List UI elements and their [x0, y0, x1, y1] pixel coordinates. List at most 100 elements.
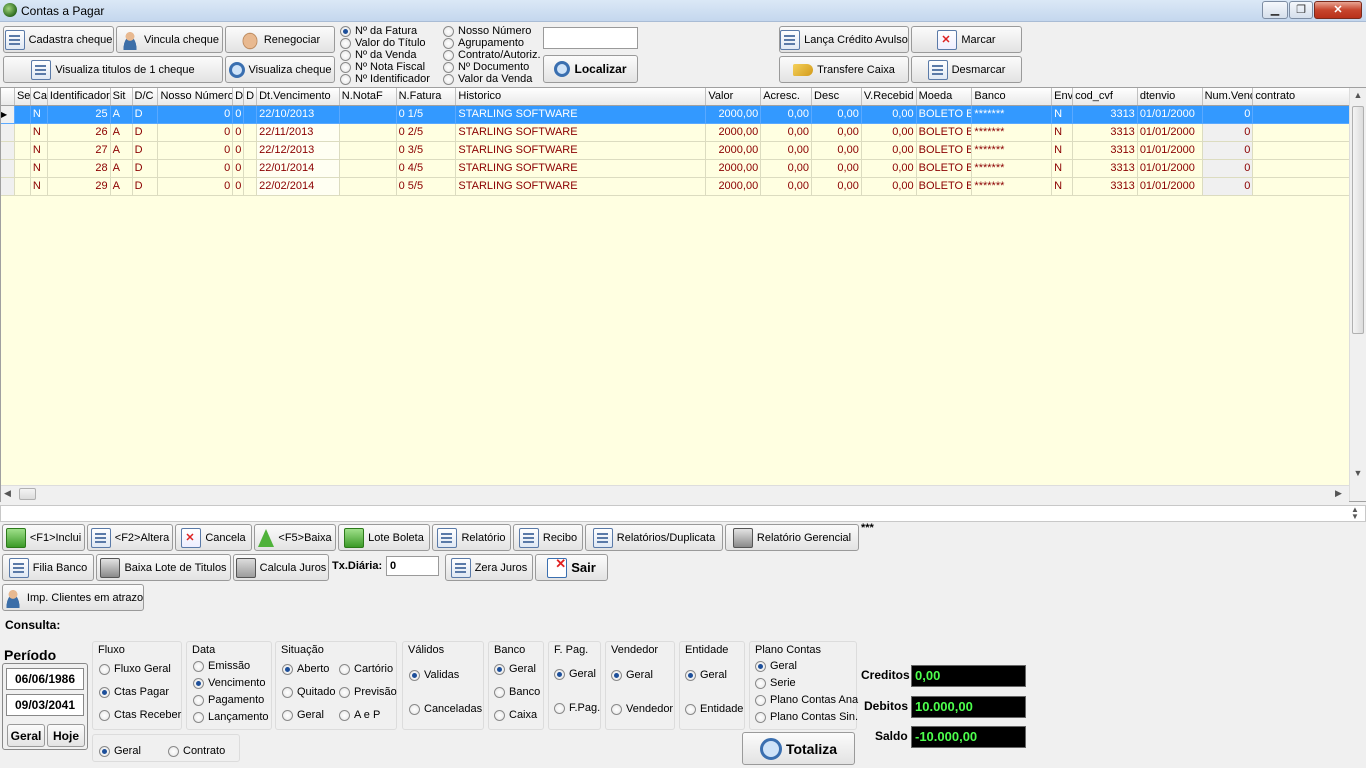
- grid-cell[interactable]: BOLETO B: [916, 124, 973, 142]
- grid-cell[interactable]: 3313: [1073, 142, 1138, 160]
- grid-cell[interactable]: [14, 142, 31, 160]
- vincula-cheque-button[interactable]: Vincula cheque: [116, 26, 223, 53]
- grid-cell[interactable]: A: [110, 124, 133, 142]
- grid-cell[interactable]: 0: [158, 142, 234, 160]
- marcar-button[interactable]: Marcar: [911, 26, 1022, 53]
- situacao-aberto-radio[interactable]: Aberto: [282, 663, 329, 675]
- plano-geral-radio[interactable]: Geral: [755, 660, 797, 672]
- grid-cell[interactable]: 0,00: [861, 106, 917, 124]
- scroll-left-icon[interactable]: ◀: [4, 488, 11, 499]
- grid-cell[interactable]: [14, 124, 31, 142]
- col-desc[interactable]: Desc: [812, 88, 862, 105]
- row-indicator[interactable]: [1, 124, 15, 142]
- grid-cell[interactable]: *******: [972, 160, 1053, 178]
- grid-cell[interactable]: 22/10/2013: [257, 106, 340, 124]
- grid-cell[interactable]: *******: [972, 124, 1053, 142]
- cancela-button[interactable]: Cancela: [175, 524, 252, 551]
- grid-cell[interactable]: [244, 142, 258, 160]
- grid-cell[interactable]: 0: [233, 106, 245, 124]
- search-option-documento[interactable]: Nº Documento: [443, 61, 543, 73]
- restore-button[interactable]: ❐: [1289, 1, 1313, 19]
- fluxo-receber-radio[interactable]: Ctas Receber: [99, 709, 181, 721]
- col-valor[interactable]: Valor: [706, 88, 762, 105]
- grid-cell[interactable]: *******: [972, 142, 1053, 160]
- grid-cell[interactable]: [244, 160, 258, 178]
- grid-cell[interactable]: 2000,00: [706, 160, 762, 178]
- search-option-fatura[interactable]: Nº da Fatura: [340, 25, 440, 37]
- situacao-geral-radio[interactable]: Geral: [282, 709, 324, 721]
- banco-banco-radio[interactable]: Banco: [494, 686, 540, 698]
- grid-cell[interactable]: 0: [1202, 160, 1254, 178]
- search-option-contrato[interactable]: Contrato/Autoriz.: [443, 49, 543, 61]
- grid-cell[interactable]: 3313: [1073, 160, 1138, 178]
- zera-juros-button[interactable]: Zera Juros: [445, 554, 533, 581]
- recibo-button[interactable]: Recibo: [513, 524, 583, 551]
- lote-boleta-button[interactable]: Lote Boleta: [338, 524, 430, 551]
- search-option-valor-venda[interactable]: Valor da Venda: [443, 73, 543, 85]
- filia-banco-button[interactable]: Filia Banco: [2, 554, 94, 581]
- grid-cell[interactable]: 0,00: [812, 160, 862, 178]
- fluxo-pagar-radio[interactable]: Ctas Pagar: [99, 686, 169, 698]
- relatorio-gerencial-button[interactable]: Relatório Gerencial: [725, 524, 859, 551]
- grid-cell[interactable]: [1253, 142, 1350, 160]
- search-option-venda[interactable]: Nº da Venda: [340, 49, 440, 61]
- grid-cell[interactable]: D: [132, 178, 159, 196]
- grid-cell[interactable]: N: [1052, 160, 1074, 178]
- col-dtenvio[interactable]: dtenvio: [1138, 88, 1203, 105]
- grid-cell[interactable]: 3313: [1073, 178, 1138, 196]
- col-acresc[interactable]: Acresc.: [761, 88, 813, 105]
- grid-cell[interactable]: [339, 142, 397, 160]
- alterar-button[interactable]: <F2>Altera: [87, 524, 173, 551]
- grid-cell[interactable]: 01/01/2000: [1137, 178, 1203, 196]
- col-vencimento[interactable]: Dt.Vencimento: [257, 88, 340, 105]
- banco-geral-radio[interactable]: Geral: [494, 663, 536, 675]
- scroll-right-icon[interactable]: ▶: [1335, 488, 1342, 499]
- grid-cell[interactable]: 0,00: [761, 160, 813, 178]
- validos-validas-radio[interactable]: Validas: [409, 669, 459, 681]
- grid-cell[interactable]: *******: [972, 106, 1053, 124]
- grid-cell[interactable]: N: [1052, 178, 1074, 196]
- desmarcar-button[interactable]: Desmarcar: [911, 56, 1022, 83]
- grid-cell[interactable]: [14, 178, 31, 196]
- grid-cell[interactable]: 0,00: [761, 142, 813, 160]
- col-sit[interactable]: Sit: [111, 88, 133, 105]
- col-moeda[interactable]: Moeda: [917, 88, 973, 105]
- grid-cell[interactable]: *******: [972, 178, 1053, 196]
- search-option-nosso-numero[interactable]: Nosso Número: [443, 25, 543, 37]
- grid-cell[interactable]: 3313: [1073, 106, 1138, 124]
- grid-cell[interactable]: 29: [47, 178, 111, 196]
- grid-cell[interactable]: A: [110, 142, 133, 160]
- lanca-credito-button[interactable]: Lança Crédito Avulso: [779, 26, 909, 53]
- grid-cell[interactable]: 0 5/5: [396, 178, 457, 196]
- grid-cell[interactable]: [339, 106, 397, 124]
- plano-serie-radio[interactable]: Serie: [755, 677, 796, 689]
- grid-cell[interactable]: 0,00: [861, 142, 917, 160]
- close-button[interactable]: ✕: [1314, 1, 1362, 19]
- situacao-previsao-radio[interactable]: Previsão: [339, 686, 397, 698]
- renegociar-button[interactable]: Renegociar: [225, 26, 335, 53]
- data-vencimento-radio[interactable]: Vencimento: [193, 677, 265, 689]
- imp-clientes-button[interactable]: Imp. Clientes em atrazo: [2, 584, 144, 611]
- col-ca[interactable]: Ca: [31, 88, 48, 105]
- vscroll-thumb[interactable]: [1352, 106, 1364, 334]
- grid-cell[interactable]: 0,00: [812, 178, 862, 196]
- table-row[interactable]: N 29 A D 0 0 22/02/2014 0 5/5 STARLING SOFTWARE 2…: [1, 178, 1350, 196]
- grid-cell[interactable]: [339, 178, 397, 196]
- grid-cell[interactable]: 0,00: [761, 124, 813, 142]
- grid-cell[interactable]: 2000,00: [706, 124, 762, 142]
- grid-cell[interactable]: N: [30, 124, 48, 142]
- col-contrato[interactable]: contrato: [1253, 88, 1350, 105]
- grid-cell[interactable]: STARLING SOFTWARE: [456, 178, 707, 196]
- validos-canceladas-radio[interactable]: Canceladas: [409, 703, 482, 715]
- col-fatura[interactable]: N.Fatura: [397, 88, 457, 105]
- visualiza-cheque-button[interactable]: Visualiza cheque: [225, 56, 335, 83]
- col-nosso-numero[interactable]: Nosso Número: [158, 88, 234, 105]
- grid-cell[interactable]: D: [132, 106, 159, 124]
- grid-cell[interactable]: [244, 124, 258, 142]
- grid-cell[interactable]: 0,00: [861, 178, 917, 196]
- grid-cell[interactable]: STARLING SOFTWARE: [456, 124, 707, 142]
- grid-cell[interactable]: 0 2/5: [396, 124, 457, 142]
- grid-cell[interactable]: N: [30, 106, 48, 124]
- search-input[interactable]: [543, 27, 638, 49]
- sair-button[interactable]: Sair: [535, 554, 608, 581]
